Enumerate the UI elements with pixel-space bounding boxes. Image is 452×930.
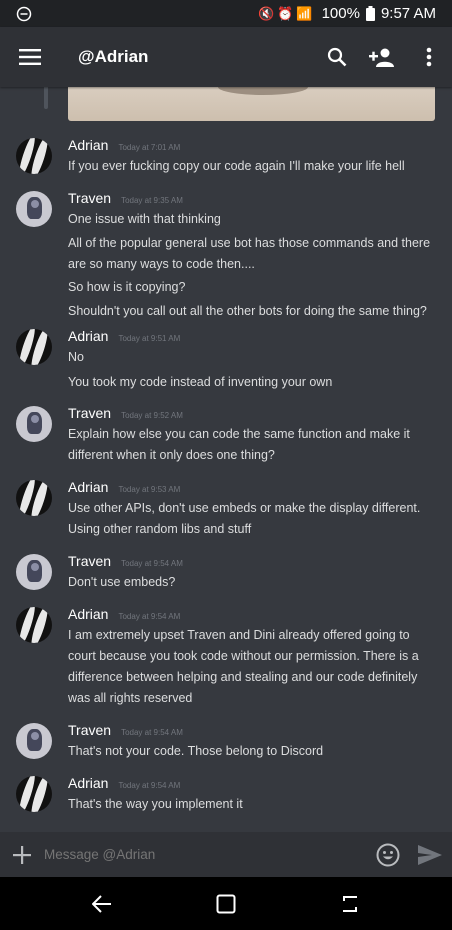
home-square-icon (216, 894, 236, 913)
adrian-avatar[interactable] (16, 480, 52, 516)
traven-avatar[interactable] (16, 191, 52, 227)
message-text: No (68, 350, 84, 364)
adrian-avatar[interactable] (16, 607, 52, 643)
adrian-avatar[interactable] (16, 776, 52, 812)
back-button[interactable] (72, 877, 132, 930)
message-text: You took my code instead of inventing yo… (68, 375, 333, 389)
clock: 9:57 AM (380, 5, 436, 22)
message-text: was all rights reserved (68, 691, 193, 705)
message-text: Use other APIs, don't use embeds or make… (68, 501, 421, 515)
embed-image[interactable] (68, 87, 435, 121)
timestamp: Today at 9:54 AM (121, 559, 183, 568)
traven-avatar[interactable] (16, 554, 52, 590)
author-name[interactable]: Adrian (68, 479, 108, 495)
home-button[interactable] (196, 877, 256, 930)
timestamp: Today at 9:54 AM (118, 612, 181, 621)
add-user-icon (369, 48, 394, 67)
send-button[interactable] (408, 844, 452, 865)
notification-icon (16, 6, 32, 21)
battery-percent: 100% (321, 5, 360, 22)
message-list[interactable]: Adrian Today at 7:01 AM If you ever fuck… (0, 87, 452, 832)
embed-accent-bar (44, 87, 48, 109)
timestamp: Today at 9:54 AM (118, 781, 181, 790)
traven-avatar[interactable] (16, 406, 52, 442)
adrian-avatar[interactable] (16, 329, 52, 365)
system-navigation-bar (0, 877, 452, 930)
message-text: One issue with that thinking (68, 212, 221, 226)
timestamp: Today at 9:52 AM (121, 411, 183, 420)
message-text: So how is it copying? (68, 280, 186, 294)
more-vert-icon (426, 47, 432, 67)
system-icons: 🔇⏰📶 (258, 5, 316, 21)
timestamp: Today at 7:01 AM (118, 143, 181, 152)
author-name[interactable]: Adrian (68, 775, 108, 791)
author-name[interactable]: Traven (68, 553, 111, 569)
author-name[interactable]: Traven (68, 722, 111, 738)
menu-button[interactable] (0, 27, 60, 87)
message-text: Shouldn't you call out all the other bot… (68, 304, 427, 318)
message-text: court because you took code without our … (68, 649, 419, 663)
overflow-menu-button[interactable] (406, 27, 452, 87)
hamburger-icon (19, 49, 41, 65)
author-name[interactable]: Adrian (68, 606, 108, 622)
message-text: difference between helping and stealing … (68, 670, 418, 684)
message-input[interactable] (44, 847, 364, 862)
status-bar: 🔇⏰📶 100% 9:57 AM (0, 0, 452, 27)
message-text: Explain how else you can code the same f… (68, 427, 410, 441)
app-bar: @Adrian (0, 27, 452, 87)
message-text: That's the way you implement it (68, 797, 243, 811)
message-text: are so many ways to code then.... (68, 257, 255, 271)
timestamp: Today at 9:51 AM (118, 334, 181, 343)
attach-button[interactable] (0, 845, 44, 864)
battery-icon (365, 6, 375, 21)
author-name[interactable]: Adrian (68, 328, 108, 344)
add-friend-button[interactable] (360, 27, 406, 87)
message-text: If you ever fucking copy our code again … (68, 159, 405, 173)
author-name[interactable]: Adrian (68, 137, 108, 153)
back-arrow-icon (92, 894, 111, 913)
recents-button[interactable] (320, 877, 380, 930)
message-text: That's not your code. Those belong to Di… (68, 744, 324, 758)
adrian-avatar[interactable] (16, 138, 52, 174)
message-text: I am extremely upset Traven and Dini alr… (68, 628, 410, 642)
author-name[interactable]: Traven (68, 405, 111, 421)
author-name[interactable]: Traven (68, 190, 111, 206)
traven-avatar[interactable] (16, 723, 52, 759)
send-icon (418, 844, 442, 865)
timestamp: Today at 9:35 AM (121, 196, 183, 205)
message-text: Don't use embeds? (68, 575, 176, 589)
message-text: different when it only does one thing? (68, 448, 275, 462)
search-icon (327, 47, 347, 67)
message-composer (0, 832, 452, 877)
timestamp: Today at 9:54 AM (121, 728, 183, 737)
timestamp: Today at 9:53 AM (118, 485, 181, 494)
channel-title: @Adrian (78, 47, 149, 66)
message-text: Using other random libs and stuff (68, 522, 252, 536)
emoji-icon (376, 843, 400, 866)
recents-icon (343, 895, 357, 912)
plus-icon (13, 845, 31, 864)
message-text: All of the popular general use bot has t… (68, 236, 431, 250)
search-button[interactable] (314, 27, 360, 87)
emoji-button[interactable] (368, 843, 408, 867)
